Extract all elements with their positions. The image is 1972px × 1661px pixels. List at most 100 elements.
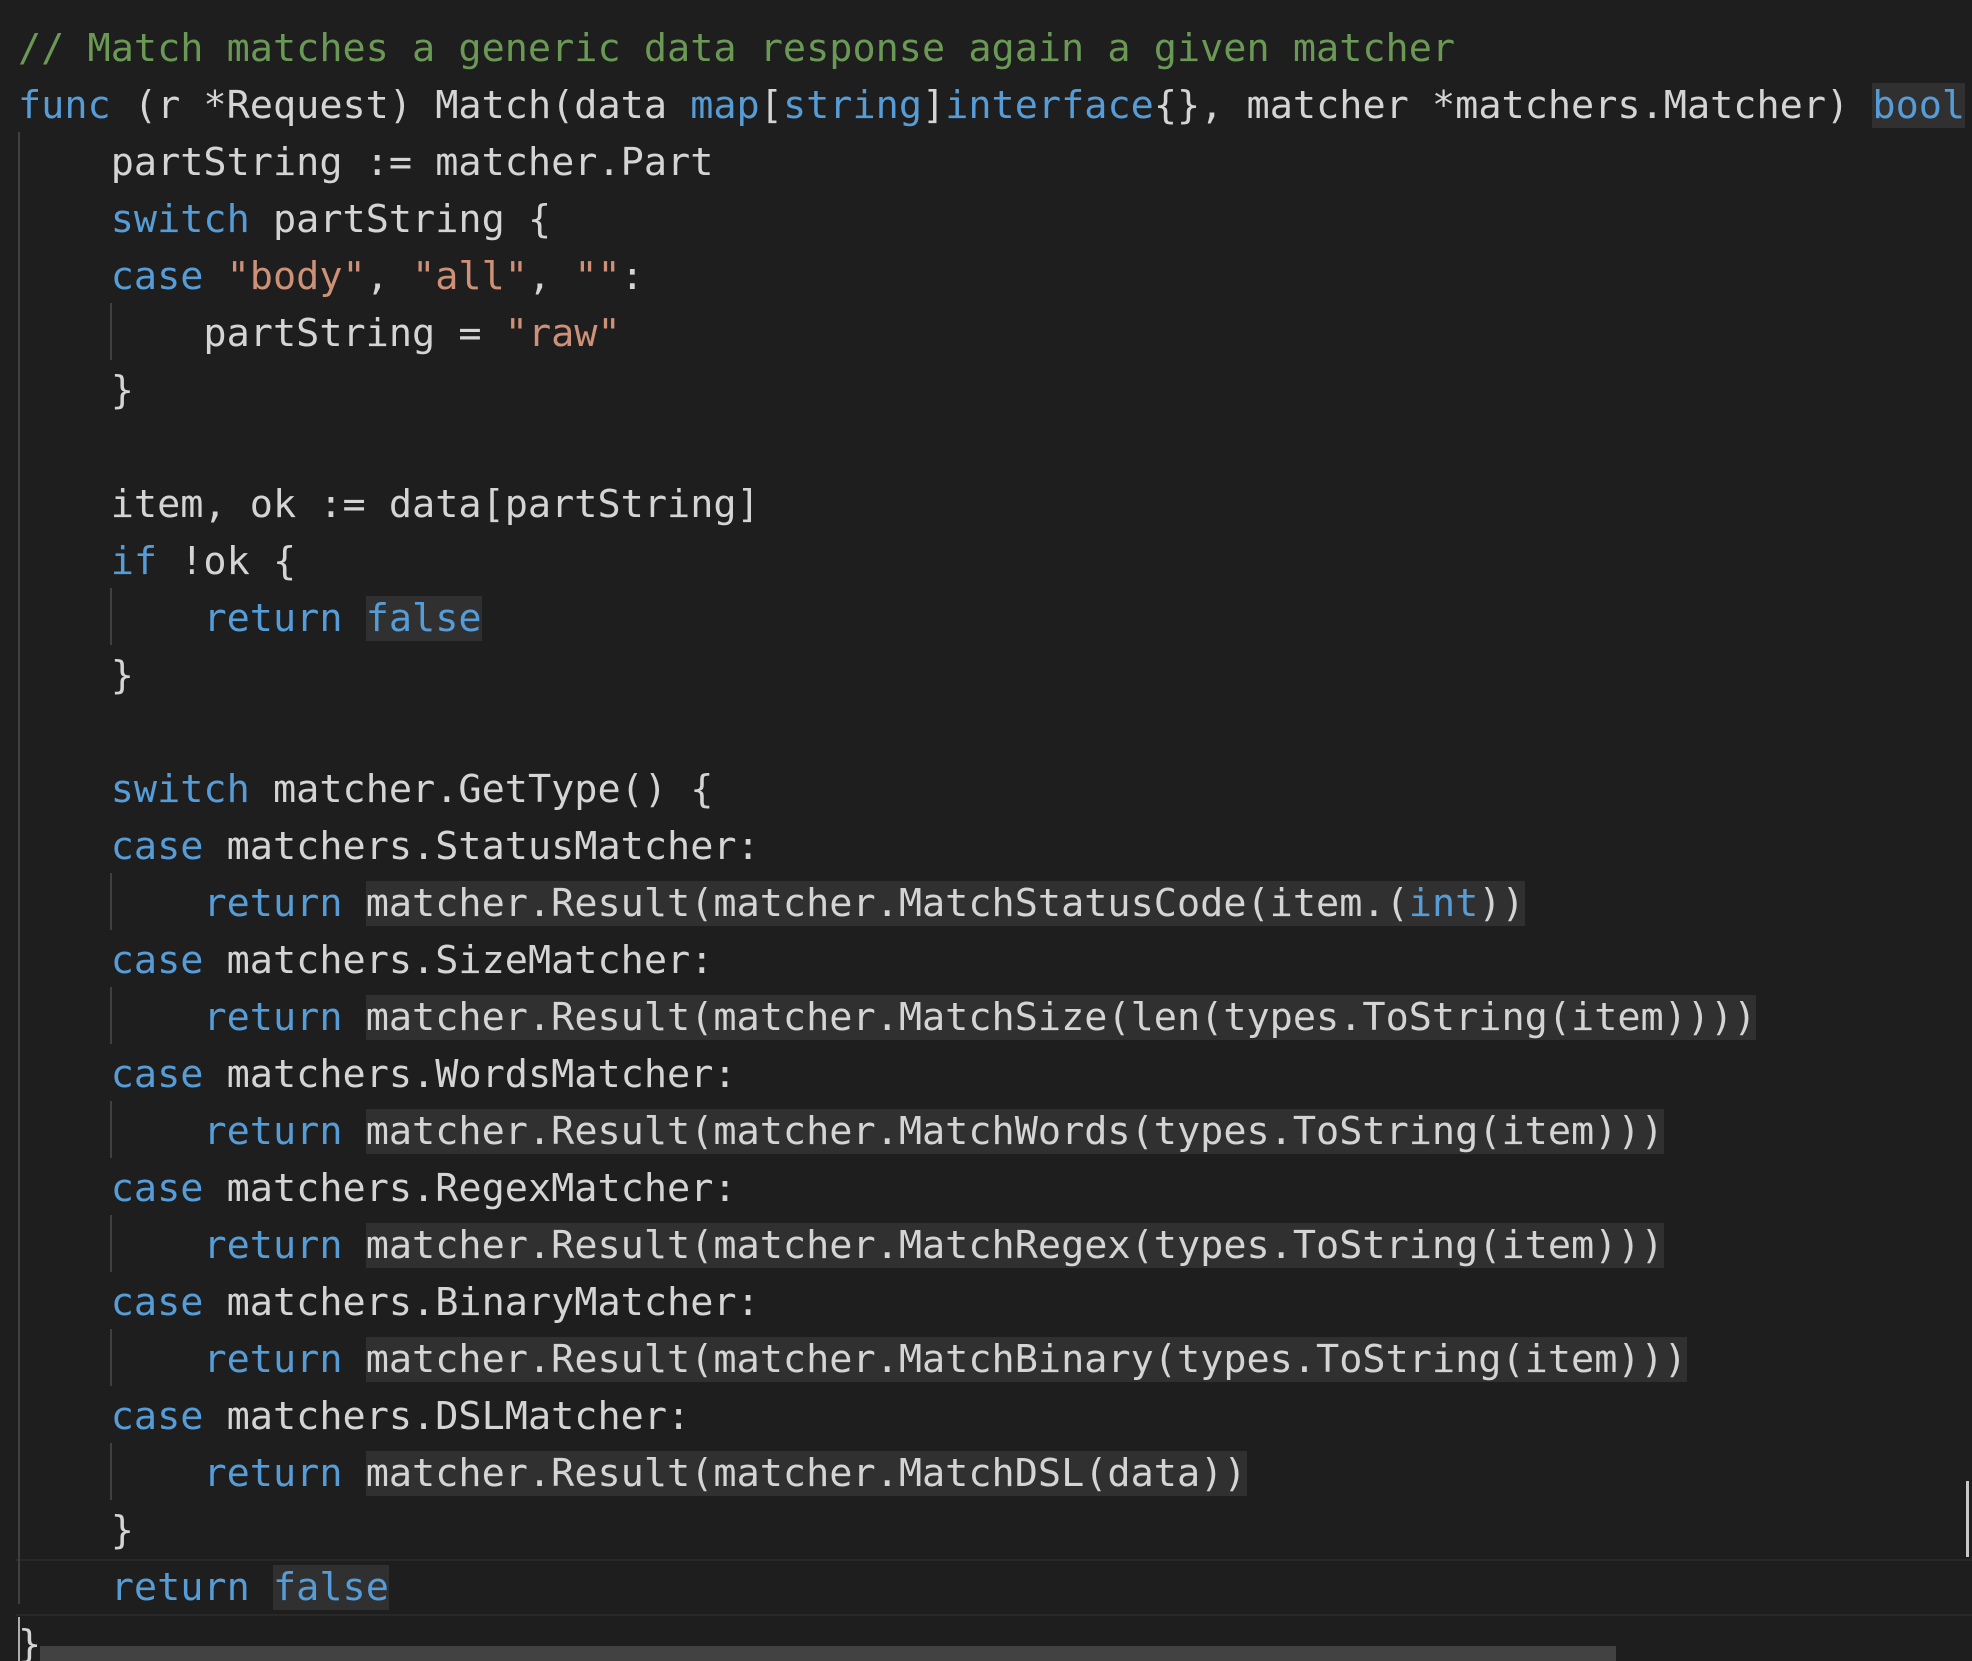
code-line[interactable]: } (18, 1502, 1972, 1559)
code-line[interactable]: case matchers.RegexMatcher: (18, 1160, 1972, 1217)
code-token: matcher.Result(matcher.MatchStatusCode(i… (365, 881, 1409, 926)
text-cursor (18, 1617, 20, 1661)
code-token: partString = (18, 311, 505, 356)
indent-guide-status-case (110, 873, 112, 930)
indent-guide-binary-case (110, 1329, 112, 1386)
code-line[interactable]: return matcher.Result(matcher.MatchStatu… (18, 875, 1972, 932)
indent-guide-words-case (110, 1101, 112, 1158)
code-line[interactable]: return false (18, 590, 1972, 647)
code-token: return (203, 881, 343, 926)
code-line[interactable]: case matchers.StatusMatcher: (18, 818, 1972, 875)
code-token: matchers.RegexMatcher: (203, 1166, 737, 1211)
code-token: "raw" (504, 311, 621, 356)
code-token: return (203, 1223, 343, 1268)
code-token: "all" (412, 254, 528, 299)
code-token: matcher.Result(matcher.MatchRegex(types.… (365, 1223, 1664, 1268)
code-line[interactable]: case matchers.BinaryMatcher: (18, 1274, 1972, 1331)
code-token: case (110, 824, 204, 869)
code-editor[interactable]: // Match matches a generic data response… (0, 0, 1972, 1661)
code-line[interactable]: switch matcher.GetType() { (18, 761, 1972, 818)
overview-ruler-cursor-mark (1966, 1481, 1969, 1557)
code-token: switch (110, 197, 250, 242)
code-token: } (18, 653, 134, 698)
code-line[interactable]: return matcher.Result(matcher.MatchSize(… (18, 989, 1972, 1046)
code-line[interactable]: case matchers.SizeMatcher: (18, 932, 1972, 989)
indent-guide-dsl-case (110, 1443, 112, 1500)
code-token: [ (759, 83, 783, 128)
code-token: case (110, 254, 204, 299)
code-token: ] (922, 83, 946, 128)
code-token: !ok { (157, 539, 297, 584)
code-line[interactable]: case matchers.WordsMatcher: (18, 1046, 1972, 1103)
code-line[interactable]: func (r *Request) Match(data map[string]… (18, 77, 1972, 134)
code-token: , (365, 254, 413, 299)
indent-guide-if-body (110, 588, 112, 645)
code-line[interactable]: return matcher.Result(matcher.MatchWords… (18, 1103, 1972, 1160)
code-token: : (620, 254, 644, 299)
code-token: return (203, 1109, 343, 1154)
code-token: return (203, 596, 343, 641)
code-token: {}, matcher *matchers.Matcher) (1153, 83, 1873, 128)
code-token: case (110, 1280, 204, 1325)
code-token: matcher.Result(matcher.MatchWords(types.… (365, 1109, 1664, 1154)
horizontal-scrollbar[interactable] (40, 1646, 1616, 1661)
indent-guide-function (18, 132, 20, 1604)
code-token: matcher.Result(matcher.MatchSize(len(typ… (365, 995, 1757, 1040)
code-line[interactable]: return matcher.Result(matcher.MatchBinar… (18, 1331, 1972, 1388)
code-line[interactable]: } (18, 647, 1972, 704)
code-token: matchers.DSLMatcher: (203, 1394, 691, 1439)
code-token: (r *Request) Match(data (110, 83, 691, 128)
code-line[interactable]: return false (16, 1559, 1972, 1616)
code-token: return (203, 1337, 343, 1382)
code-line[interactable]: case "body", "all", "": (18, 248, 1972, 305)
code-token: // Match matches a generic data response… (18, 26, 1456, 71)
code-token: map (690, 83, 760, 128)
code-line[interactable]: ​ (18, 704, 1972, 761)
code-line[interactable]: return matcher.Result(matcher.MatchDSL(d… (18, 1445, 1972, 1502)
code-token: case (110, 1166, 204, 1211)
code-area[interactable]: // Match matches a generic data response… (18, 20, 1972, 1661)
code-token: item, ok := data[partString] (18, 482, 760, 527)
code-line[interactable]: // Match matches a generic data response… (18, 20, 1972, 77)
code-token: func (18, 83, 111, 128)
code-line[interactable]: ​ (18, 419, 1972, 476)
code-line[interactable]: partString := matcher.Part (18, 134, 1972, 191)
code-token: } (18, 1508, 134, 1553)
indent-guide-regex-case (110, 1215, 112, 1272)
code-token: "body" (226, 254, 366, 299)
code-line[interactable]: return matcher.Result(matcher.MatchRegex… (18, 1217, 1972, 1274)
code-token: case (110, 1394, 204, 1439)
code-token: matchers.BinaryMatcher: (203, 1280, 760, 1325)
code-line[interactable]: case matchers.DSLMatcher: (18, 1388, 1972, 1445)
code-token: interface (945, 83, 1154, 128)
code-line[interactable]: } (18, 362, 1972, 419)
code-line[interactable]: partString = "raw" (18, 305, 1972, 362)
code-token: } (18, 1622, 42, 1661)
code-token: return (110, 1565, 250, 1610)
code-token: int (1408, 881, 1479, 926)
code-line[interactable]: item, ok := data[partString] (18, 476, 1972, 533)
code-line[interactable]: if !ok { (18, 533, 1972, 590)
code-token: matcher.GetType() { (249, 767, 714, 812)
code-token: return (203, 1451, 343, 1496)
code-token: matchers.StatusMatcher: (203, 824, 760, 869)
code-line[interactable]: switch partString { (18, 191, 1972, 248)
